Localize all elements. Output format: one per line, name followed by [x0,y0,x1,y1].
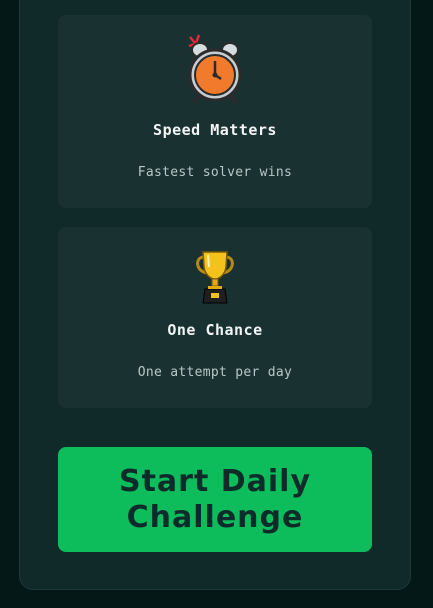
card-description: One attempt per day [137,365,293,380]
card-description: Fastest solver wins [137,165,293,180]
feature-card-speed: Speed Matters Fastest solver wins [58,15,372,208]
alarm-clock-icon [188,34,242,105]
feature-card-chance: One Chance One attempt per day [58,227,372,408]
card-title: One Chance [167,321,263,339]
card-title: Speed Matters [153,121,277,139]
trophy-icon [196,251,234,304]
start-daily-challenge-button[interactable]: Start Daily Challenge [58,447,372,552]
